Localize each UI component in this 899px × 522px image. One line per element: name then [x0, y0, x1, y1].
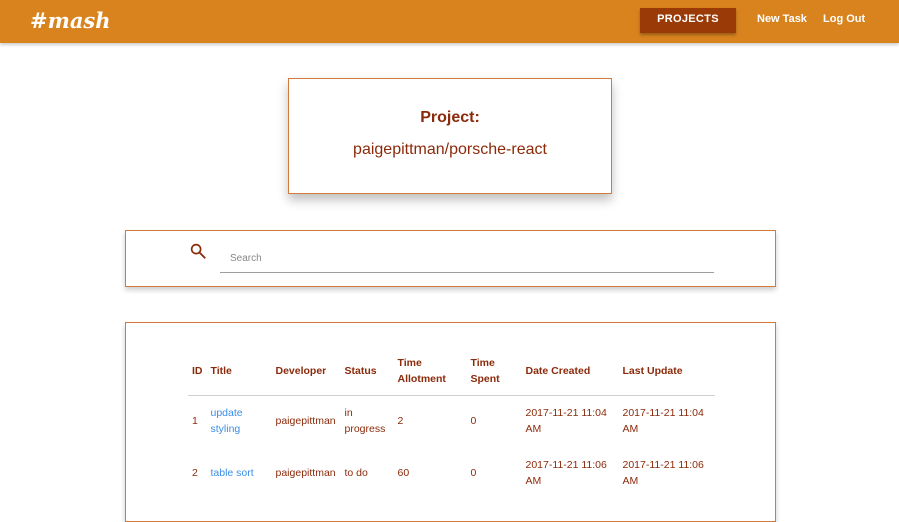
header-time-spent[interactable]: Time Spent: [466, 347, 522, 396]
search-card: [125, 230, 776, 287]
top-navbar: #mash PROJECTS New Task Log Out: [0, 0, 899, 43]
cell-time-spent: 0: [470, 415, 477, 428]
cell-last-update: 2017-11-21 11:06 AM: [622, 459, 704, 487]
cell-time-allotment: 2: [397, 415, 404, 428]
cell-time-spent: 0: [470, 467, 477, 479]
cell-date-created: 2017-11-21 11:06 AM: [525, 459, 607, 487]
project-label: Project:: [420, 109, 480, 126]
cell-developer: paigepittman: [275, 467, 336, 479]
header-date-created[interactable]: Date Created: [521, 347, 619, 396]
cell-status: in progress: [344, 407, 386, 436]
cell-id: 2: [192, 467, 198, 479]
header-developer[interactable]: Developer: [271, 347, 341, 396]
new-task-link[interactable]: New Task: [757, 13, 807, 25]
cell-last-update: 2017-11-21 11:04 AM: [622, 407, 704, 436]
search-icon: [190, 243, 206, 259]
table-row: 2 table sort paigepittman to do 60 0 201…: [188, 447, 715, 499]
header-status[interactable]: Status: [340, 347, 394, 396]
table-row: 1 update styling paigepittman in progres…: [188, 395, 715, 447]
cell-id: 1: [192, 415, 198, 428]
header-time-allotment[interactable]: Time Allotment: [393, 347, 467, 396]
logout-link[interactable]: Log Out: [823, 13, 865, 25]
task-table: ID Title Developer Status Time Allotment…: [188, 347, 715, 499]
header-title[interactable]: Title: [206, 347, 272, 396]
search-input[interactable]: [220, 245, 714, 273]
task-table-card: ID Title Developer Status Time Allotment…: [125, 322, 776, 522]
projects-button[interactable]: PROJECTS: [640, 8, 736, 33]
header-last-update[interactable]: Last Update: [618, 347, 715, 396]
cell-time-allotment: 60: [397, 467, 410, 479]
cell-date-created: 2017-11-21 11:04 AM: [525, 407, 607, 436]
brand-logo[interactable]: #mash: [30, 8, 111, 33]
project-card: Project: paigepittman/porsche-react: [288, 78, 612, 194]
cell-title-link[interactable]: update styling: [207, 395, 272, 447]
header-id[interactable]: ID: [188, 347, 207, 396]
cell-developer: paigepittman: [275, 415, 336, 428]
table-header-row: ID Title Developer Status Time Allotment…: [188, 347, 715, 396]
cell-status: to do: [344, 467, 368, 479]
project-name: paigepittman/porsche-react: [353, 141, 547, 158]
cell-title-link[interactable]: table sort: [207, 447, 272, 499]
